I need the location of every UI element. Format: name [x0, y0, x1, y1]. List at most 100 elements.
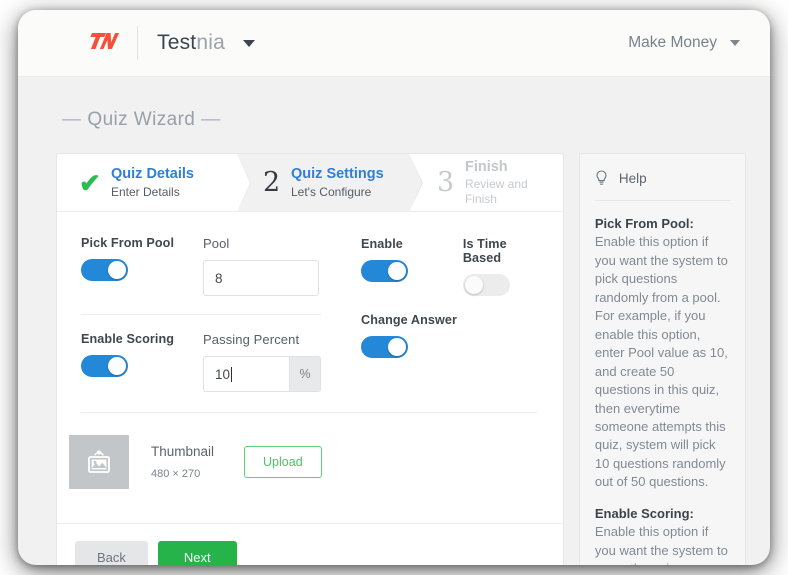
form-row-pool: Pick From Pool Pool 8 [81, 236, 343, 296]
page-title: — Quiz Wizard — [18, 77, 770, 131]
text-cursor [231, 366, 233, 382]
change-answer-field: Change Answer [361, 313, 463, 358]
form-subcolumn-a: Enable Change Answer [361, 237, 463, 392]
image-icon-svg [88, 450, 110, 473]
help-header: Help [594, 170, 731, 201]
pool-label: Pool [203, 236, 230, 251]
is-time-based-toggle[interactable] [462, 274, 510, 296]
enable-scoring-label: Enable Scoring [81, 332, 175, 346]
upload-button[interactable]: Upload [244, 446, 322, 478]
tn-logo-icon [87, 30, 120, 57]
step-text: Quiz Settings Let's Configure [291, 165, 384, 199]
thumbnail-name: Thumbnail [151, 444, 215, 459]
passing-percent-field: Passing Percent 10 % [203, 332, 333, 392]
toggle-knob [108, 357, 126, 375]
step-title: Finish [464, 158, 508, 175]
page-title-dash-left: — [62, 109, 82, 130]
passing-percent-input[interactable]: 10 [203, 356, 289, 392]
passing-percent-input-group: 10 % [203, 356, 333, 392]
app-header: Testnia Make Money [18, 10, 770, 77]
settings-form: Pick From Pool Pool 8 Enable Scoring Pas… [57, 212, 563, 392]
lightbulb-svg [596, 170, 607, 185]
help-panel: Help Pick From Pool: Enable this option … [578, 153, 746, 565]
pool-field: Pool 8 [203, 236, 333, 296]
form-subcolumn-b: Is Time Based [462, 237, 537, 392]
form-divider [81, 314, 321, 315]
pool-input-value: 8 [215, 270, 223, 286]
app-window: Testnia Make Money — Quiz Wizard — ✔ Quiz … [18, 10, 770, 565]
form-column-right: Enable Change Answer Is Time Based [343, 236, 537, 392]
page-body: ✔ Quiz Details Enter Details 2 Quiz Sett… [18, 131, 770, 565]
enable-scoring-field: Enable Scoring [81, 332, 203, 392]
brand-name-light: nia [196, 31, 225, 54]
step-separator [409, 154, 422, 212]
thumbnail-dimensions: 480 × 270 [151, 468, 201, 480]
toggle-knob [388, 338, 406, 356]
help-section: Enable Scoring: Enable this option if yo… [595, 505, 731, 565]
help-section-colon: : [689, 216, 694, 231]
help-section: Pick From Pool: Enable this option if yo… [595, 215, 731, 492]
brand-name: Testnia [157, 31, 225, 55]
pick-from-pool-label: Pick From Pool [81, 236, 175, 250]
step-subtitle: Review and Finish [464, 177, 528, 207]
pick-from-pool-field: Pick From Pool [81, 236, 203, 296]
change-answer-toggle[interactable] [361, 336, 408, 358]
step-title: Quiz Details [111, 166, 194, 183]
is-time-based-field: Is Time Based [462, 237, 537, 296]
pick-from-pool-toggle[interactable] [81, 259, 128, 281]
step-finish[interactable]: 3 Finish Review and Finish [409, 154, 563, 211]
form-row-scoring: Enable Scoring Passing Percent 10 % [81, 332, 343, 392]
chevron-down-icon[interactable] [730, 40, 740, 46]
change-answer-label: Change Answer [361, 313, 458, 327]
step-quiz-settings[interactable]: 2 Quiz Settings Let's Configure [237, 154, 423, 212]
make-money-menu[interactable]: Make Money [628, 34, 740, 52]
is-time-based-label: Is Time Based [462, 237, 507, 265]
help-section-colon: : [689, 505, 694, 521]
pool-input[interactable]: 8 [203, 260, 319, 296]
passing-percent-label: Passing Percent [203, 332, 300, 347]
image-placeholder-icon[interactable] [69, 435, 129, 489]
brand-name-bold: Test [157, 31, 197, 54]
form-column-left: Pick From Pool Pool 8 Enable Scoring Pas… [81, 236, 343, 392]
brand-area[interactable]: Testnia [88, 26, 255, 60]
help-section-heading: Enable Scoring [594, 505, 690, 521]
thumbnail-divider-wrap [57, 392, 563, 413]
page-title-dash-right: — [201, 109, 221, 130]
wizard-stepper: ✔ Quiz Details Enter Details 2 Quiz Sett… [57, 154, 563, 212]
thumbnail-meta: Thumbnail 480 × 270 [151, 444, 214, 480]
help-body: Pick From Pool: Enable this option if yo… [595, 201, 731, 565]
enable-scoring-toggle[interactable] [81, 355, 128, 377]
help-section-text: Enable this option if you want the syste… [594, 524, 728, 565]
help-title: Help [618, 170, 647, 186]
step-number: 3 [437, 167, 455, 198]
chevron-down-icon[interactable] [242, 39, 255, 47]
step-subtitle: Enter Details [111, 184, 180, 199]
next-button[interactable]: Next [157, 540, 237, 565]
make-money-label: Make Money [628, 34, 717, 51]
thumbnail-row: Thumbnail 480 × 270 Upload [57, 413, 563, 489]
step-subtitle: Let's Configure [291, 184, 372, 199]
help-section-text: Enable this option if you want the syste… [594, 234, 728, 490]
enable-label: Enable [361, 237, 403, 251]
passing-percent-value: 10 [215, 366, 231, 382]
check-icon: ✔ [79, 167, 101, 198]
header-divider [137, 26, 138, 60]
tn-logo-svg [90, 32, 120, 49]
back-button[interactable]: Back [75, 540, 148, 565]
step-text: Quiz Details Enter Details [111, 165, 194, 199]
toggle-knob [108, 261, 126, 279]
step-number: 2 [263, 167, 281, 198]
wizard-footer: Back Next [57, 522, 563, 565]
page-title-text: Quiz Wizard [87, 109, 196, 130]
enable-toggle[interactable] [361, 260, 408, 282]
lightbulb-icon [595, 170, 608, 186]
wizard-card: ✔ Quiz Details Enter Details 2 Quiz Sett… [56, 153, 564, 565]
toggle-knob [464, 276, 483, 294]
toggle-knob [388, 262, 406, 280]
help-section-heading: Pick From Pool [594, 216, 690, 231]
percent-suffix: % [289, 356, 321, 392]
step-separator [237, 154, 250, 212]
step-quiz-details[interactable]: ✔ Quiz Details Enter Details [57, 154, 251, 212]
enable-field: Enable [361, 237, 463, 282]
form-spacer [57, 489, 563, 523]
